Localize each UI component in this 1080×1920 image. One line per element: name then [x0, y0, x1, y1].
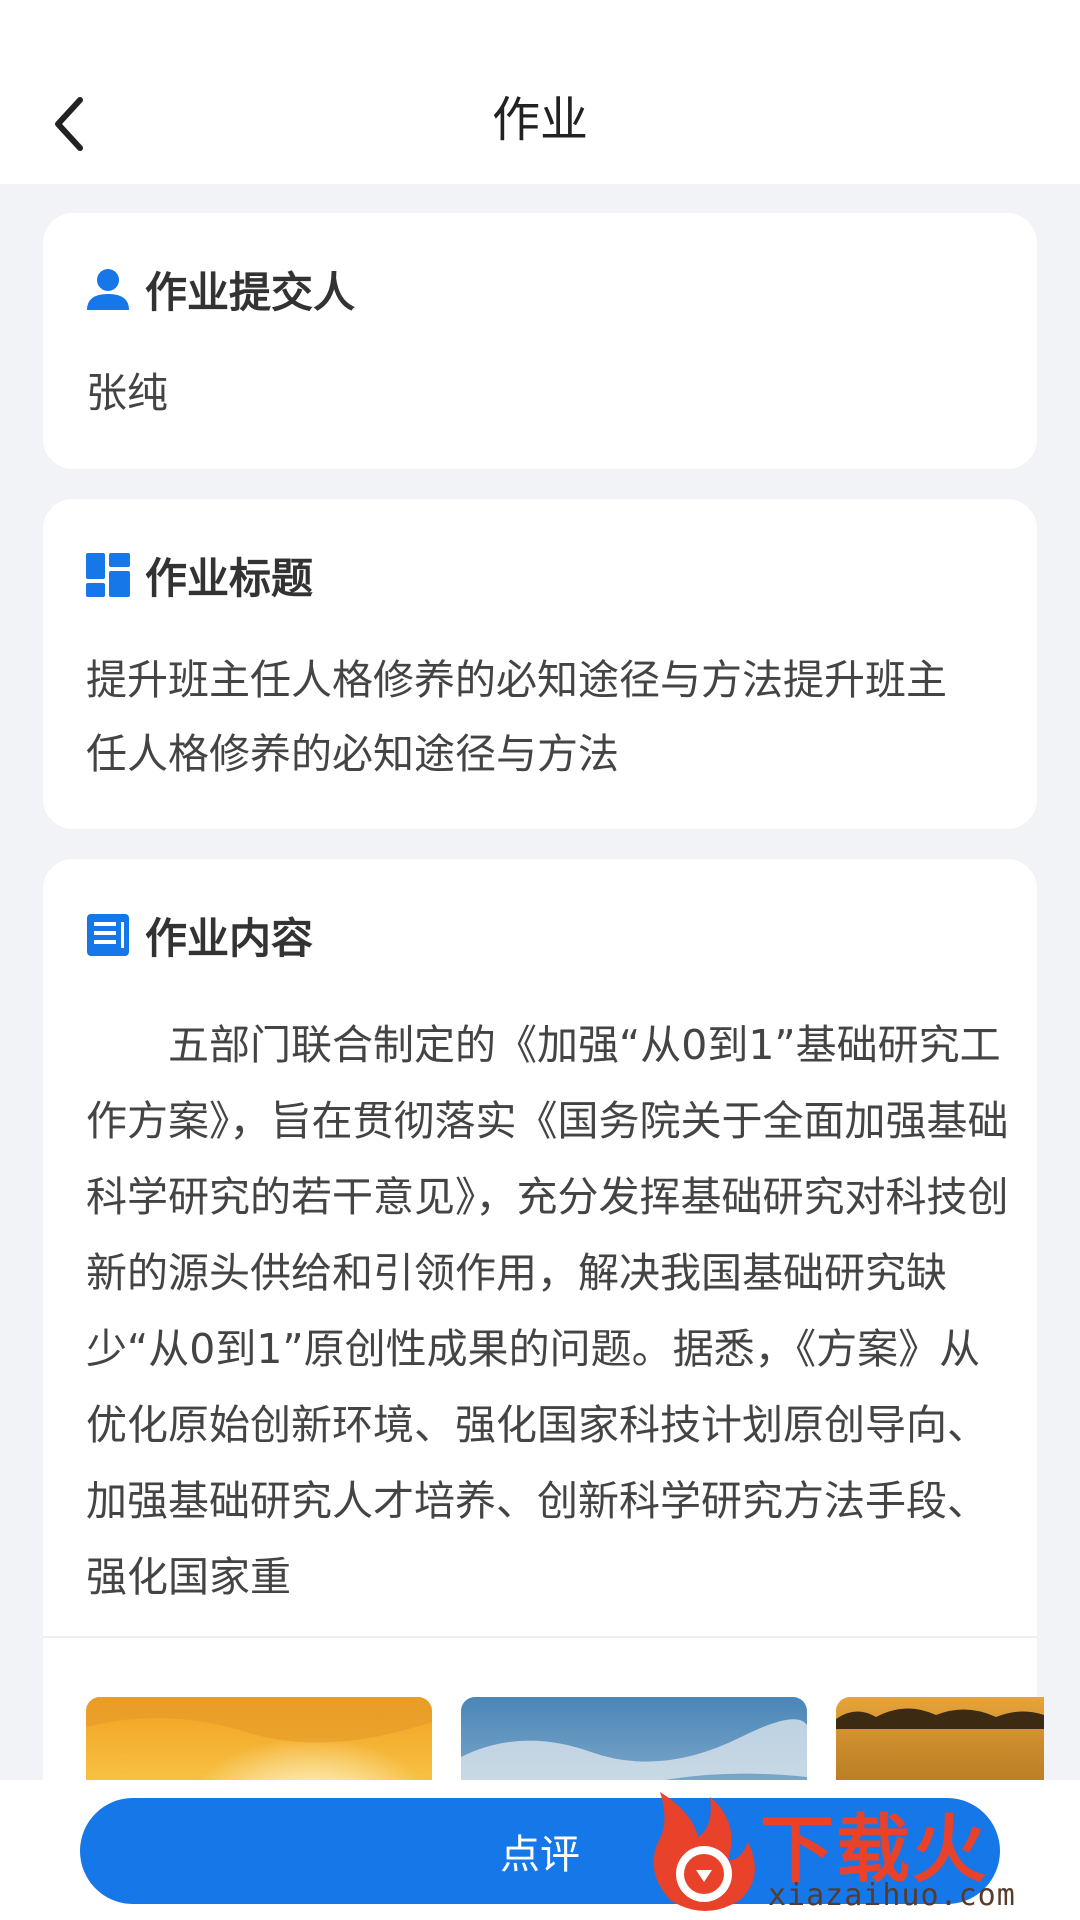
dashboard-icon	[85, 552, 131, 598]
watermark-logo: 下载火 xiazaihuo.com	[640, 1782, 1080, 1920]
homework-title-card: 作业标题 提升班主任人格修养的必知途径与方法提升班主任人格修养的必知途径与方法	[43, 499, 1037, 829]
homework-title-text: 提升班主任人格修养的必知途径与方法提升班主任人格修养的必知途径与方法	[86, 656, 947, 778]
homework-content-text: 五部门联合制定的《加强“从0到1”基础研究工作方案》，旨在贯彻落实《国务院关于全…	[86, 1021, 1009, 1601]
divider	[43, 1636, 1038, 1638]
submitter-header: 作业提交人	[85, 261, 355, 317]
flame-logo-icon	[653, 1792, 755, 1911]
submitter-heading: 作业提交人	[145, 267, 356, 317]
homework-content-heading: 作业内容	[145, 913, 314, 963]
nav-bar: 作业	[0, 60, 1080, 184]
status-bar	[0, 0, 1080, 60]
submitter-name: 张纯	[86, 369, 168, 417]
homework-content-header: 作业内容	[85, 907, 313, 963]
homework-title-heading: 作业标题	[145, 553, 314, 603]
homework-title-header: 作业标题	[85, 547, 313, 603]
page-title: 作业	[491, 92, 588, 148]
user-icon	[85, 266, 131, 312]
watermark-url: xiazaihuo.com	[768, 1878, 1016, 1913]
document-icon	[85, 912, 131, 958]
submitter-card: 作业提交人 张纯	[43, 213, 1037, 469]
